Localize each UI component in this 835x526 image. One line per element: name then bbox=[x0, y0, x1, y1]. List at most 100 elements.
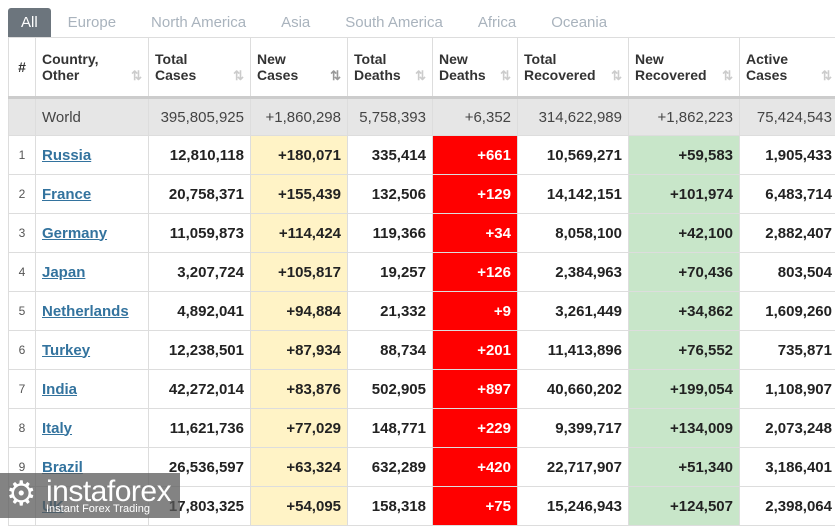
cell: 1,905,433 bbox=[740, 136, 835, 175]
header-label: Country, Other bbox=[42, 51, 99, 83]
tab-south-america[interactable]: South America bbox=[328, 8, 461, 37]
sort-icon[interactable]: ⇅ bbox=[415, 68, 426, 84]
country-link[interactable]: Netherlands bbox=[42, 303, 129, 320]
cell: 735,871 bbox=[740, 331, 835, 370]
cell: 2 bbox=[9, 175, 36, 214]
cell: +420 bbox=[433, 448, 518, 487]
sort-icon[interactable]: ⇅ bbox=[611, 68, 622, 84]
cell: +134,009 bbox=[629, 409, 740, 448]
cell: 11,413,896 bbox=[518, 331, 629, 370]
tab-all[interactable]: All bbox=[8, 8, 51, 37]
cell: +199,054 bbox=[629, 370, 740, 409]
sort-desc-icon[interactable]: ⇅ bbox=[330, 68, 341, 84]
cell: +94,884 bbox=[251, 292, 348, 331]
cell bbox=[9, 98, 36, 136]
header-label: Total Deaths bbox=[354, 51, 401, 83]
instaforex-watermark: ⚙ instaforex Instant Forex Trading bbox=[0, 473, 180, 518]
cell: Italy bbox=[36, 409, 149, 448]
table-row: 4Japan3,207,724+105,81719,257+1262,384,9… bbox=[9, 253, 835, 292]
cell: 40,660,202 bbox=[518, 370, 629, 409]
cell: 15,246,943 bbox=[518, 487, 629, 526]
sort-icon[interactable]: ⇅ bbox=[722, 68, 733, 84]
cell: +1,860,298 bbox=[251, 98, 348, 136]
cell: 5 bbox=[9, 292, 36, 331]
cell: +229 bbox=[433, 409, 518, 448]
cell: +83,876 bbox=[251, 370, 348, 409]
column-header[interactable]: Total Deaths ⇅ bbox=[348, 38, 433, 98]
sort-icon[interactable]: ⇅ bbox=[821, 68, 832, 84]
country-link[interactable]: India bbox=[42, 381, 77, 398]
sort-icon[interactable]: ⇅ bbox=[131, 68, 142, 84]
gear-logo-icon: ⚙ bbox=[6, 477, 36, 511]
cell: 148,771 bbox=[348, 409, 433, 448]
cell: +63,324 bbox=[251, 448, 348, 487]
column-header[interactable]: Active Cases ⇅ bbox=[740, 38, 835, 98]
table-row: 1Russia12,810,118+180,071335,414+66110,5… bbox=[9, 136, 835, 175]
cell: 8,058,100 bbox=[518, 214, 629, 253]
cell: 22,717,907 bbox=[518, 448, 629, 487]
cell: 42,272,014 bbox=[149, 370, 251, 409]
cell: +101,974 bbox=[629, 175, 740, 214]
cell: 75,424,543 bbox=[740, 98, 835, 136]
column-header[interactable]: # bbox=[9, 38, 36, 98]
header-label: New Deaths bbox=[439, 51, 486, 83]
header-label: New Cases bbox=[257, 51, 298, 83]
cell: +54,095 bbox=[251, 487, 348, 526]
cell: +114,424 bbox=[251, 214, 348, 253]
cell: 6,483,714 bbox=[740, 175, 835, 214]
cell: +201 bbox=[433, 331, 518, 370]
country-link[interactable]: France bbox=[42, 186, 91, 203]
table-row: 5Netherlands4,892,041+94,88421,332+93,26… bbox=[9, 292, 835, 331]
country-link[interactable]: Turkey bbox=[42, 342, 90, 359]
cell: 12,810,118 bbox=[149, 136, 251, 175]
column-header[interactable]: Country, Other ⇅ bbox=[36, 38, 149, 98]
cell: 803,504 bbox=[740, 253, 835, 292]
cell: Russia bbox=[36, 136, 149, 175]
tab-oceania[interactable]: Oceania bbox=[534, 8, 625, 37]
cell: France bbox=[36, 175, 149, 214]
country-link[interactable]: Russia bbox=[42, 147, 91, 164]
cell: +70,436 bbox=[629, 253, 740, 292]
tab-asia[interactable]: Asia bbox=[264, 8, 328, 37]
table-row: 7India42,272,014+83,876502,905+89740,660… bbox=[9, 370, 835, 409]
cell: +897 bbox=[433, 370, 518, 409]
cell: +42,100 bbox=[629, 214, 740, 253]
country-link[interactable]: Germany bbox=[42, 225, 107, 242]
column-header[interactable]: New Deaths ⇅ bbox=[433, 38, 518, 98]
tab-africa[interactable]: Africa bbox=[461, 8, 534, 37]
column-header[interactable]: Total Cases ⇅ bbox=[149, 38, 251, 98]
cell: 119,366 bbox=[348, 214, 433, 253]
cell: +34 bbox=[433, 214, 518, 253]
cell: 2,384,963 bbox=[518, 253, 629, 292]
cell: +180,071 bbox=[251, 136, 348, 175]
cell: +155,439 bbox=[251, 175, 348, 214]
column-header[interactable]: New Cases ⇅ bbox=[251, 38, 348, 98]
cell: 88,734 bbox=[348, 331, 433, 370]
country-link[interactable]: Italy bbox=[42, 420, 72, 437]
header-label: Total Recovered bbox=[524, 51, 596, 83]
cell: 20,758,371 bbox=[149, 175, 251, 214]
cell: +661 bbox=[433, 136, 518, 175]
cell: +77,029 bbox=[251, 409, 348, 448]
cell: 132,506 bbox=[348, 175, 433, 214]
cell: 3,207,724 bbox=[149, 253, 251, 292]
cell: 12,238,501 bbox=[149, 331, 251, 370]
cell: 2,882,407 bbox=[740, 214, 835, 253]
cell: +75 bbox=[433, 487, 518, 526]
column-header[interactable]: Total Recovered ⇅ bbox=[518, 38, 629, 98]
cell: +51,340 bbox=[629, 448, 740, 487]
sort-icon[interactable]: ⇅ bbox=[500, 68, 511, 84]
cell: 14,142,151 bbox=[518, 175, 629, 214]
header-label: Total Cases bbox=[155, 51, 196, 83]
cell: 395,805,925 bbox=[149, 98, 251, 136]
country-link[interactable]: Japan bbox=[42, 264, 85, 281]
cell: +87,934 bbox=[251, 331, 348, 370]
header-label: Active Cases bbox=[746, 51, 788, 83]
sort-icon[interactable]: ⇅ bbox=[233, 68, 244, 84]
cell: 314,622,989 bbox=[518, 98, 629, 136]
cell: 10,569,271 bbox=[518, 136, 629, 175]
tab-north-america[interactable]: North America bbox=[134, 8, 264, 37]
tab-europe[interactable]: Europe bbox=[51, 8, 134, 37]
column-header[interactable]: New Recovered⇅ bbox=[629, 38, 740, 98]
header-label: # bbox=[18, 59, 26, 75]
